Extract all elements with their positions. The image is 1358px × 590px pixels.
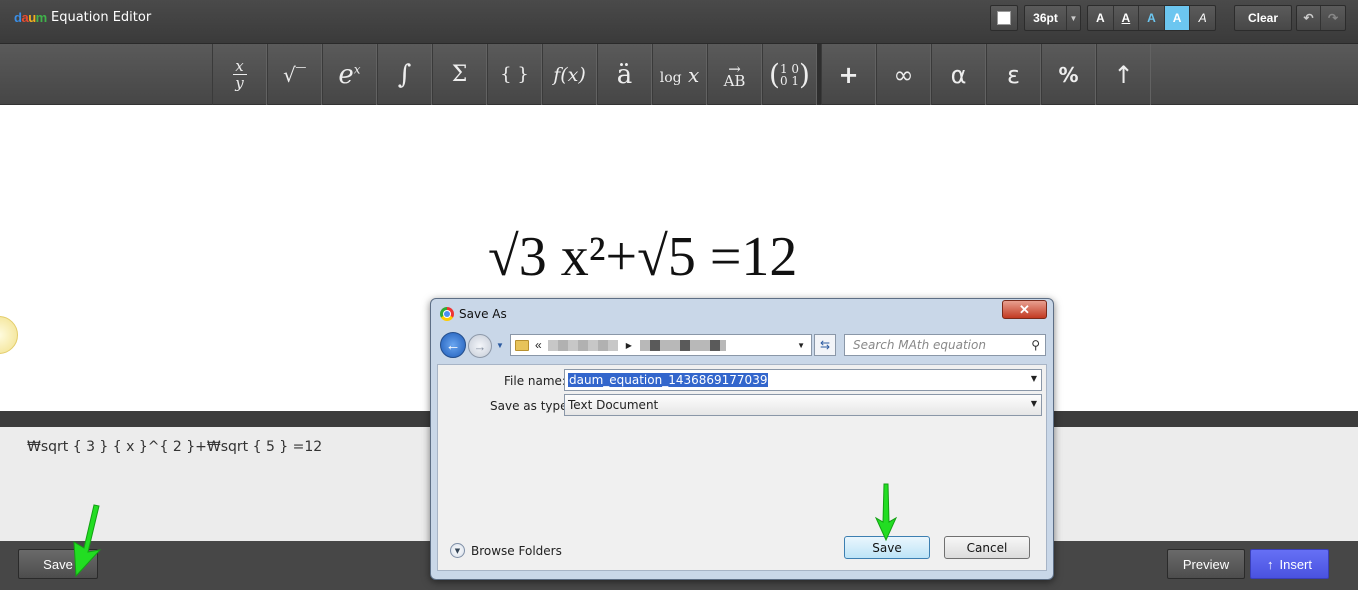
save-type-label: Save as type: <box>490 399 572 413</box>
rendered-equation: √3 x²+√5 =12 <box>488 225 797 289</box>
percent-button[interactable]: % <box>1041 44 1096 105</box>
font-size-select[interactable]: 36pt ▼ <box>1024 5 1081 31</box>
refresh-icon[interactable]: ⇆ <box>814 334 836 356</box>
pointer-arrow-icon <box>874 483 898 542</box>
integral-button[interactable]: ∫ <box>377 44 432 105</box>
file-name-value: daum_equation_1436869177039 <box>568 373 769 387</box>
undo-icon[interactable]: ↶ <box>1297 6 1321 30</box>
insert-button[interactable]: ↑ Insert <box>1250 549 1329 579</box>
path-segment-redacted[interactable] <box>639 339 726 351</box>
top-bar: daum Equation Editor 36pt ▼ A A A A A Cl… <box>0 0 1358 44</box>
equation-text: √3 x²+√5 =12 <box>488 226 798 288</box>
expand-icon: ▼ <box>450 543 465 558</box>
address-dropdown-icon[interactable]: ▼ <box>797 341 805 350</box>
save-type-value: Text Document <box>568 398 659 412</box>
alpha-button[interactable]: α <box>931 44 986 105</box>
address-prefix: « <box>535 338 542 352</box>
plus-button[interactable]: + <box>821 44 876 105</box>
dialog-body: File name: daum_equation_1436869177039 ▼… <box>437 364 1047 571</box>
file-name-field[interactable]: daum_equation_1436869177039 ▼ <box>564 369 1042 391</box>
save-type-select[interactable]: Text Document ▼ <box>564 394 1042 416</box>
history-group: ↶ ↷ <box>1296 5 1346 31</box>
vector-button[interactable]: → AB <box>707 44 762 105</box>
daum-logo: daum <box>14 10 47 25</box>
font-size-value: 36pt <box>1025 6 1067 30</box>
breadcrumb-chevron-icon: ▶ <box>625 340 632 350</box>
dialog-save-label: Save <box>872 540 902 555</box>
history-dropdown-icon[interactable]: ▼ <box>496 341 504 350</box>
chevron-down-icon[interactable]: ▼ <box>1031 374 1037 383</box>
infinity-button[interactable]: ∞ <box>876 44 931 105</box>
lightbulb-icon <box>0 316 18 354</box>
chevron-down-icon: ▼ <box>1069 13 1078 23</box>
pointer-arrow-icon <box>73 504 102 578</box>
chevron-down-icon: ▼ <box>1030 399 1037 408</box>
clear-label: Clear <box>1247 11 1279 25</box>
file-name-label: File name: <box>504 374 566 388</box>
close-icon: ✕ <box>1019 301 1030 317</box>
arrow-up-button[interactable]: ↑ <box>1096 44 1151 105</box>
forward-arrow-icon: → <box>473 338 487 354</box>
fraction-button[interactable]: xy <box>212 44 267 105</box>
accent-button[interactable]: ä <box>597 44 652 105</box>
text-style-group: A A A A A <box>1087 5 1216 31</box>
clear-button[interactable]: Clear <box>1234 5 1292 31</box>
epsilon-button[interactable]: ε <box>986 44 1041 105</box>
highlight-button[interactable]: A <box>1164 6 1191 30</box>
search-input[interactable]: Search MAth equation ⚲ <box>844 334 1046 356</box>
forward-button[interactable]: → <box>468 334 492 358</box>
function-button[interactable]: f(x) <box>542 44 597 105</box>
dialog-cancel-label: Cancel <box>966 540 1008 555</box>
log-button[interactable]: log x <box>652 44 707 105</box>
color-swatch <box>997 11 1011 25</box>
browse-folders-label: Browse Folders <box>471 543 562 558</box>
dialog-title: Save As <box>459 307 507 321</box>
color-picker-button[interactable] <box>990 5 1018 31</box>
underline-button[interactable]: A <box>1114 6 1140 30</box>
browse-folders-toggle[interactable]: ▼ Browse Folders <box>450 543 562 558</box>
save-as-dialog: Save As ✕ ← → ▼ « ▶ ▼ ⇆ Search MAth equa… <box>430 298 1054 580</box>
folder-icon <box>515 339 529 351</box>
italic-button[interactable]: A <box>1190 6 1215 30</box>
preview-button[interactable]: Preview <box>1167 549 1245 579</box>
back-button[interactable]: ← <box>440 332 466 358</box>
preview-label: Preview <box>1182 556 1230 572</box>
matrix-button[interactable]: (1 00 1) <box>762 44 817 105</box>
symbol-toolbar: xy √‾ ex ∫ Σ { } f(x) ä log x → AB (1 00 … <box>0 44 1358 105</box>
sqrt-button[interactable]: √‾ <box>267 44 322 105</box>
chrome-icon <box>440 307 454 321</box>
exponent-button[interactable]: ex <box>322 44 377 105</box>
close-button[interactable]: ✕ <box>1002 300 1047 319</box>
back-arrow-icon: ← <box>445 336 461 354</box>
bold-button[interactable]: A <box>1088 6 1114 30</box>
search-placeholder: Search MAth equation <box>853 338 986 352</box>
text-color-button[interactable]: A <box>1139 6 1165 30</box>
app-title: Equation Editor <box>51 10 152 25</box>
upload-arrow-icon: ↑ <box>1266 556 1274 572</box>
address-bar[interactable]: « ▶ ▼ <box>510 334 812 356</box>
equation-source-text[interactable]: ₩sqrt { 3 } { x }^{ 2 }+₩sqrt { 5 } =12 <box>27 439 322 455</box>
redo-icon[interactable]: ↷ <box>1321 6 1345 30</box>
insert-label: Insert <box>1279 556 1312 572</box>
search-icon[interactable]: ⚲ <box>1031 338 1040 352</box>
dialog-cancel-button[interactable]: Cancel <box>944 536 1030 559</box>
braces-button[interactable]: { } <box>487 44 542 105</box>
path-segment-redacted[interactable] <box>547 339 618 351</box>
sum-button[interactable]: Σ <box>432 44 487 105</box>
